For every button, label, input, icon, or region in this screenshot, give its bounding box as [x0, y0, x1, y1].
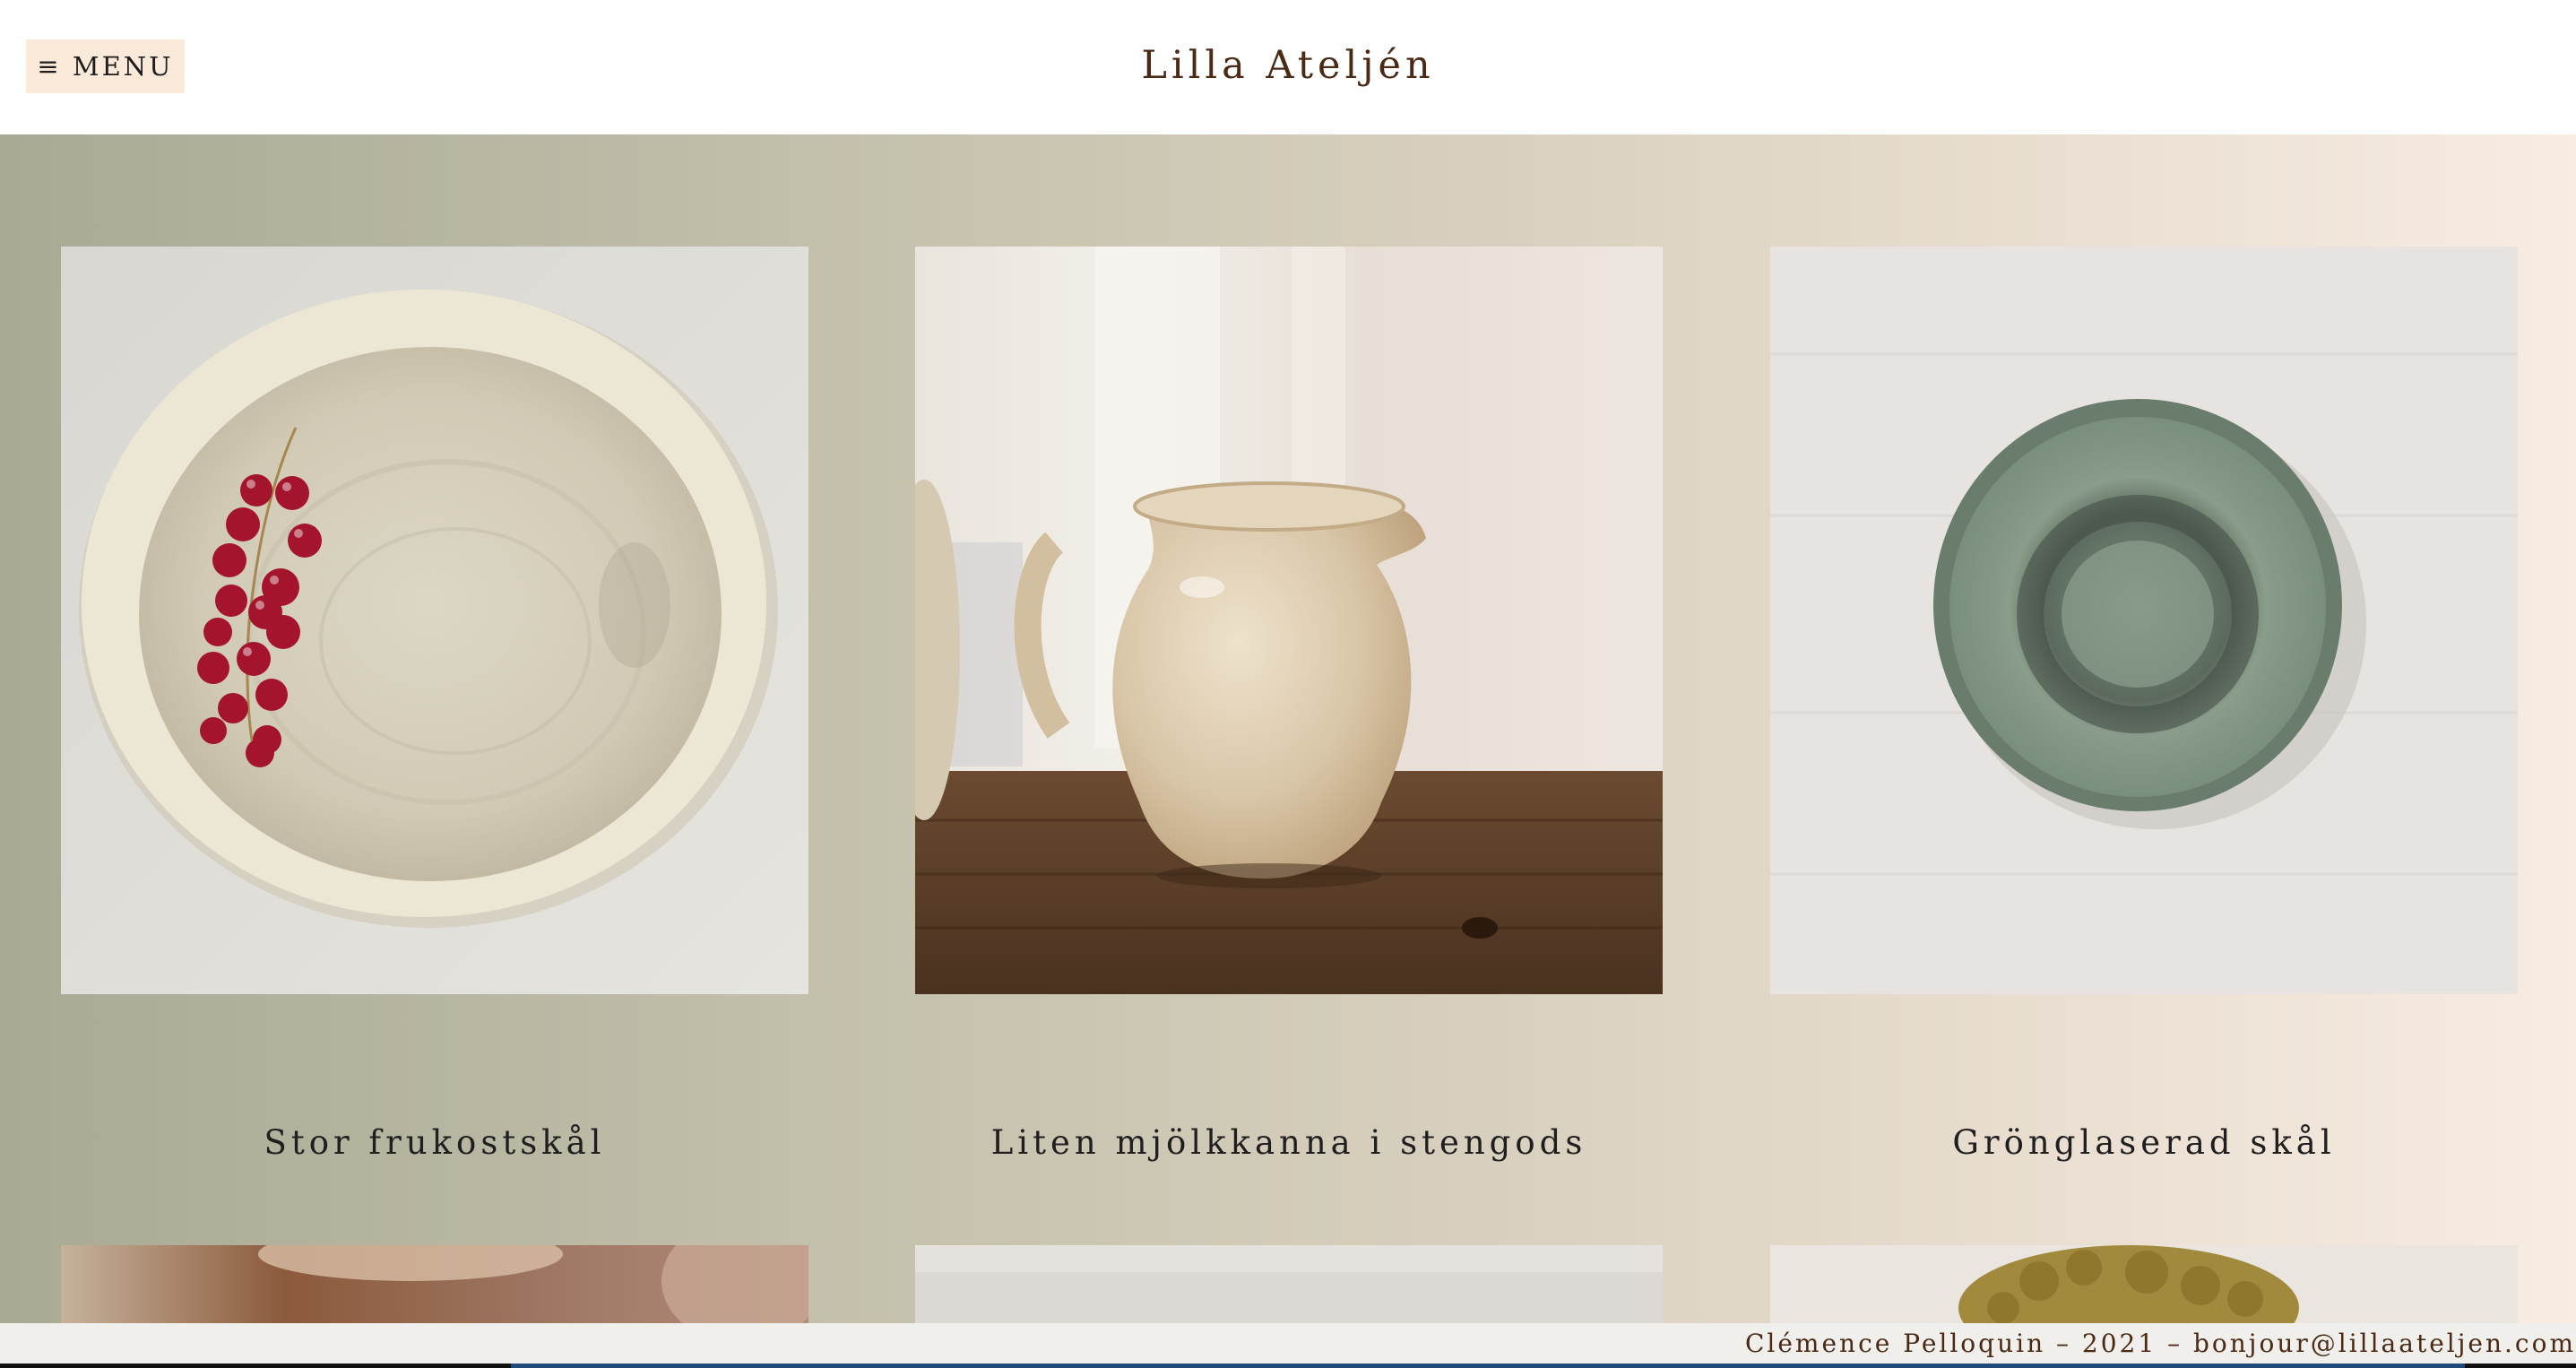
site-header: ≡ MENU Lilla Ateljén — [0, 0, 2576, 134]
ceramic-image — [61, 1245, 808, 1323]
bottom-edge — [0, 1364, 2576, 1368]
footer-credits: Clémence Pelloquin – 2021 – bonjour@lill… — [1744, 1329, 2576, 1358]
product-photo-row2-2[interactable] — [915, 1245, 1663, 1323]
product-photo-jug[interactable] — [915, 247, 1663, 994]
product-photo-row2-1[interactable] — [61, 1245, 808, 1323]
dried-flowers-image — [1770, 1245, 2518, 1323]
product-photo-green-bowl[interactable] — [1770, 247, 2518, 994]
ceramic-image — [915, 1245, 1663, 1323]
jug-image — [915, 247, 1663, 994]
site-title[interactable]: Lilla Ateljén — [0, 43, 2576, 88]
product-grid: Stor frukostskål Liten mjölkkanna i sten… — [0, 134, 2576, 1323]
bowl-image — [61, 247, 808, 994]
product-photo-row2-3[interactable] — [1770, 1245, 2518, 1323]
green-bowl-image — [1770, 247, 2518, 994]
site-footer: Clémence Pelloquin – 2021 – bonjour@lill… — [0, 1323, 2576, 1364]
product-photo-bowl[interactable] — [61, 247, 808, 994]
product-name[interactable]: Liten mjölkkanna i stengods — [915, 1123, 1663, 1162]
product-name[interactable]: Stor frukostskål — [61, 1123, 808, 1162]
product-name[interactable]: Grönglaserad skål — [1770, 1123, 2518, 1162]
scroll-indicator — [511, 1364, 2465, 1368]
